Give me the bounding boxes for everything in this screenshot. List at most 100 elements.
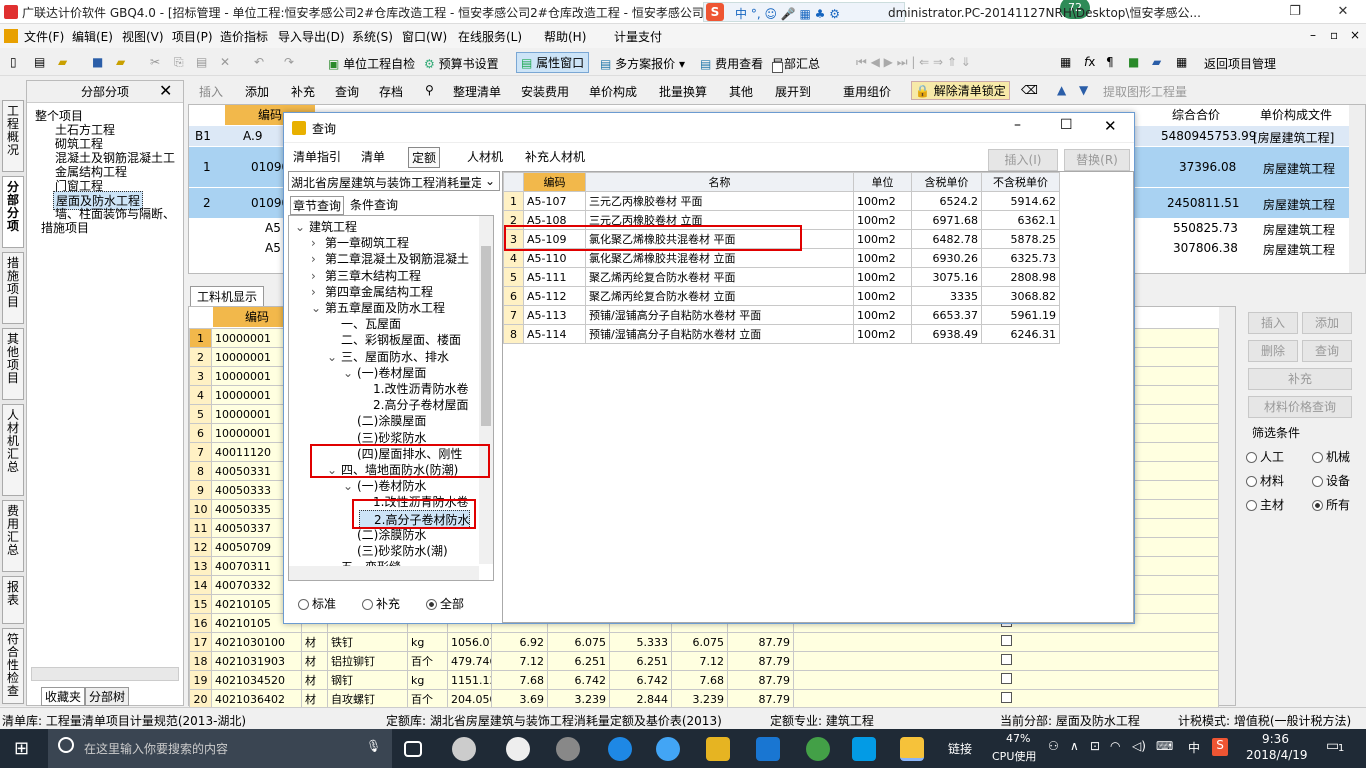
- self-check-button[interactable]: ▣ 单位工程自检: [328, 55, 415, 72]
- clock-time[interactable]: 9:36: [1262, 732, 1289, 746]
- lower-vscrollbar[interactable]: [1219, 307, 1235, 705]
- fee-view-button[interactable]: ▤ 费用查看: [700, 55, 763, 72]
- budget-settings-button[interactable]: ⚙ 预算书设置: [424, 55, 499, 72]
- multi-scheme-button[interactable]: ▤ 多方案报价 ▾: [600, 55, 685, 72]
- menu-measure[interactable]: 计量支付: [614, 28, 662, 45]
- tree-node[interactable]: › 第二章混凝土及钢筋混凝土: [311, 250, 469, 267]
- mdi-minimize-button[interactable]: –: [1310, 28, 1316, 42]
- vtab-project-overview[interactable]: 工程概况: [2, 100, 24, 172]
- menu-import-export[interactable]: 导入导出(D): [278, 28, 345, 45]
- app-menu-icon[interactable]: [4, 29, 18, 43]
- query-button[interactable]: 查询: [335, 83, 359, 100]
- tree-item[interactable]: 措施项目: [41, 219, 89, 236]
- chevron-right-icon[interactable]: ›: [311, 285, 325, 299]
- chevron-down-icon[interactable]: ⌄: [327, 350, 341, 364]
- other-button[interactable]: 其他: [729, 83, 753, 100]
- lower-grid-row[interactable]: 194021034520材钢钉kg1151.13197.686.7426.742…: [189, 670, 1219, 690]
- edge-icon[interactable]: [608, 737, 632, 761]
- copy-icon[interactable]: ⎘: [174, 55, 184, 70]
- chevron-down-icon[interactable]: ⌄: [343, 366, 357, 380]
- panel-supplement-button[interactable]: 补充: [1248, 368, 1352, 390]
- filter-material[interactable]: 材料: [1246, 472, 1284, 489]
- condition-query-tab[interactable]: 条件查询: [350, 196, 398, 213]
- folder-icon[interactable]: ▰: [58, 55, 67, 69]
- restore-button[interactable]: ❐: [1272, 0, 1318, 24]
- tree-node[interactable]: 2.高分子卷材屋面: [359, 396, 468, 413]
- tab-labor-material-machine[interactable]: 人材机: [464, 147, 506, 166]
- mdi-restore-button[interactable]: ▫: [1330, 28, 1338, 42]
- vtab-divisional[interactable]: 分部分项: [2, 176, 24, 248]
- row-checkbox[interactable]: [1000, 673, 1012, 684]
- open-icon[interactable]: ▤: [34, 55, 45, 69]
- saveas-icon[interactable]: ▰: [116, 55, 125, 69]
- tree-node[interactable]: › 第三章木结构工程: [311, 267, 421, 284]
- menu-edit[interactable]: 编辑(E): [72, 28, 113, 45]
- menu-system[interactable]: 系统(S): [352, 28, 393, 45]
- gbq-app-icon[interactable]: [900, 737, 924, 761]
- insert-button[interactable]: 插入: [199, 83, 223, 100]
- install-fee-button[interactable]: 安装费用: [521, 83, 569, 100]
- radio-supplement[interactable]: 补充: [362, 595, 400, 612]
- quota-result-row[interactable]: 1 A5-107 三元乙丙橡胶卷材 平面 100m2 6524.2 5914.62: [503, 191, 1060, 211]
- menu-help[interactable]: 帮助(H): [544, 28, 586, 45]
- layers-icon[interactable]: ▰: [1152, 55, 1161, 69]
- tree-node[interactable]: (三)砂浆防水(潮): [343, 542, 448, 559]
- task-view-icon[interactable]: [404, 741, 422, 757]
- quota-result-row[interactable]: 8 A5-114 预铺/湿铺高分子自粘防水卷材 立面 100m2 6938.49 6246…: [503, 324, 1060, 344]
- tree-node[interactable]: 二、彩钢板屋面、楼面: [327, 331, 461, 348]
- add-button[interactable]: 添加: [245, 83, 269, 100]
- calc-icon[interactable]: ▦: [1060, 55, 1071, 69]
- archive-button[interactable]: 存档: [379, 83, 403, 100]
- dialog-minimize-button[interactable]: –: [1014, 117, 1021, 133]
- chevron-right-icon[interactable]: ›: [311, 236, 325, 250]
- tree-node[interactable]: ⌄ 三、屋面防水、排水: [327, 348, 449, 365]
- radio-all[interactable]: 全部: [426, 595, 464, 612]
- close-window-button[interactable]: ✕: [1320, 0, 1366, 24]
- tree-node[interactable]: 一、瓦屋面: [327, 315, 401, 332]
- cut-icon[interactable]: ✂: [150, 55, 160, 69]
- quota-result-row[interactable]: 4 A5-110 氯化聚乙烯橡胶共混卷材 立面 100m2 6930.26 6325.73: [503, 248, 1060, 268]
- vtab-measures[interactable]: 措施项目: [2, 252, 24, 324]
- lower-grid-row[interactable]: 204021036402材自攻螺钉百个204.05033.693.2392.84…: [189, 689, 1219, 709]
- vtab-compliance[interactable]: 符合性检查: [2, 628, 24, 704]
- tree-node[interactable]: 1.改性沥青防水卷: [359, 380, 468, 397]
- sogou-icon[interactable]: S: [706, 3, 724, 21]
- vtab-other-items[interactable]: 其他项目: [2, 328, 24, 400]
- chapter-query-tab[interactable]: 章节查询: [290, 196, 345, 215]
- property-window-button[interactable]: ▤ 属性窗口: [516, 52, 590, 73]
- chevron-right-icon[interactable]: ›: [311, 252, 325, 266]
- close-pane-icon[interactable]: ✕: [159, 81, 172, 100]
- vtab-reports[interactable]: 报表: [2, 576, 24, 624]
- edge-legacy-icon[interactable]: [506, 737, 530, 761]
- ime-indicator[interactable]: 中: [1188, 739, 1200, 756]
- binoculars-icon[interactable]: ⚲: [425, 83, 434, 97]
- chevron-down-icon[interactable]: ⌄: [343, 479, 357, 493]
- tab-labor-material-display[interactable]: 工料机显示: [190, 286, 265, 307]
- filter-equipment[interactable]: 设备: [1312, 472, 1350, 489]
- menu-cost-index[interactable]: 造价指标: [220, 28, 268, 45]
- organize-list-button[interactable]: 整理清单: [453, 83, 501, 100]
- radio-standard[interactable]: 标准: [298, 595, 336, 612]
- spiral-app-icon[interactable]: [556, 737, 580, 761]
- tree-node[interactable]: › 第一章砌筑工程: [311, 234, 409, 251]
- sogou-tray-icon[interactable]: S: [1212, 738, 1228, 756]
- tree-node[interactable]: › 第四章金属结构工程: [311, 283, 433, 300]
- results-col-code[interactable]: 编码: [523, 172, 586, 192]
- tree-node[interactable]: ⌄ (一)卷材防水: [343, 477, 426, 494]
- redo-icon[interactable]: ↷: [284, 55, 294, 69]
- panel-query-button[interactable]: 查询: [1302, 340, 1352, 362]
- tree-hscrollbar[interactable]: [31, 667, 179, 681]
- plus-app-icon[interactable]: [852, 737, 876, 761]
- tray-chevron-icon[interactable]: ∧: [1070, 739, 1079, 753]
- tree-node[interactable]: ⌄ 建筑工程: [295, 218, 357, 235]
- tree-scroll-thumb[interactable]: [481, 246, 491, 426]
- ime-mode-label[interactable]: 中 °, ☺ 🎤 ▦ ♣ ⚙: [735, 5, 840, 22]
- filter-main-material[interactable]: 主材: [1246, 496, 1284, 513]
- tab-list-guide[interactable]: 清单指引: [290, 147, 344, 166]
- chevron-down-icon[interactable]: ⌄: [295, 220, 309, 234]
- up-arrow-icon[interactable]: ▲: [1057, 83, 1066, 97]
- tab-quota[interactable]: 定额: [408, 147, 441, 168]
- expand-to-button[interactable]: 展开到: [775, 83, 811, 100]
- panel-add-button[interactable]: 添加: [1302, 312, 1352, 334]
- network-icon[interactable]: ⊡: [1090, 739, 1100, 753]
